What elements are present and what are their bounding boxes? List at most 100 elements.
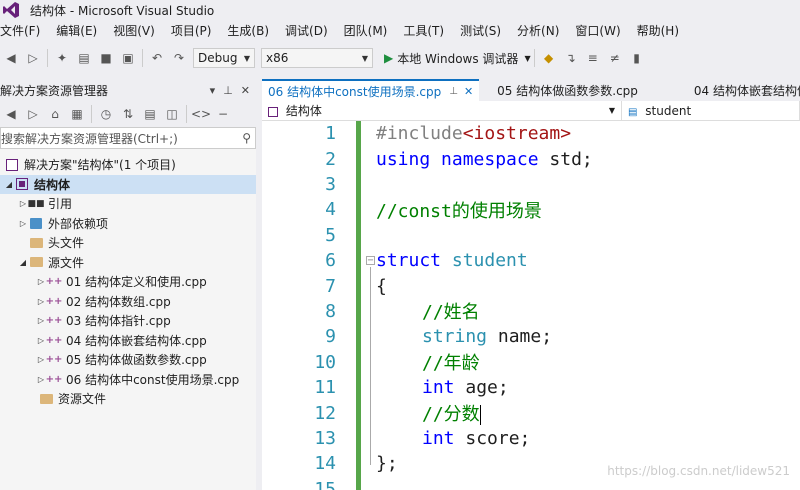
tree-item-project[interactable]: ◢ 结构体 [0,174,256,194]
start-debugging-button[interactable]: ▶ 本地 Windows 调试器 ▼ [384,50,531,67]
line-number: 10 [314,351,336,373]
solution-search-placeholder: 搜索解决方案资源管理器(Ctrl+;) [1,131,178,146]
platform-dropdown[interactable]: x86 ▼ [261,48,373,68]
menu-project[interactable]: 项目(P) [163,21,220,41]
menu-tools[interactable]: 工具(T) [395,21,452,41]
code-view-icon[interactable]: <> [191,106,211,122]
tree-item-file[interactable]: ▷ ++ 06 结构体中const使用场景.cpp [0,370,256,390]
menu-file[interactable]: 文件(F) [0,21,48,41]
menu-team[interactable]: 团队(M) [336,21,396,41]
back-icon[interactable]: ◀ [3,50,19,66]
navigation-bar: 结构体 ▼ ▤ student [262,101,800,121]
project-scope-dropdown[interactable]: 结构体 ▼ [262,101,622,120]
type-scope-dropdown[interactable]: ▤ student [622,101,800,120]
uncomment-icon[interactable]: ≠ [607,50,623,66]
tree-item-file[interactable]: ▷ ++ 02 结构体数组.cpp [0,292,256,312]
back-icon[interactable]: ◀ [3,106,19,122]
dropdown-icon[interactable]: ▾ [210,84,216,97]
expand-arrow-icon[interactable]: ▷ [18,219,28,228]
solution-search-input[interactable]: 搜索解决方案资源管理器(Ctrl+;) ⚲ [0,127,256,149]
tree-item-file[interactable]: ▷ ++ 03 结构体指针.cpp [0,311,256,331]
chevron-down-icon: ▼ [608,106,615,115]
menu-test[interactable]: 测试(S) [452,21,509,41]
menu-debug[interactable]: 调试(D) [277,21,336,41]
tab-06[interactable]: 06 结构体中const使用场景.cpp ⊥ ✕ [262,79,480,101]
pin-icon[interactable]: ⊥ [223,84,233,97]
switch-views-icon[interactable]: ▦ [69,106,85,122]
menu-help[interactable]: 帮助(H) [629,21,687,41]
comment-icon[interactable]: ≡ [585,50,601,66]
tree-item-label: 结构体 [34,177,71,192]
tree-item-label: 04 结构体嵌套结构体.cpp [66,333,207,348]
collapse-toggle-icon[interactable]: − [366,256,375,266]
tree-item-external-dependencies[interactable]: ▷ 外部依赖项 [0,214,256,234]
tree-item-label: 01 结构体定义和使用.cpp [66,275,207,290]
pin-icon[interactable]: ⊥ [449,86,458,97]
tab-05[interactable]: 05 结构体做函数参数.cpp [479,79,644,101]
expand-arrow-icon[interactable]: ▷ [36,336,46,345]
search-icon[interactable]: ⚲ [242,131,251,145]
comment: //分数 [422,404,480,426]
tree-item-resource-files[interactable]: 资源文件 [0,389,256,409]
expand-arrow-icon[interactable]: ▷ [36,277,46,286]
home-icon[interactable]: ⌂ [47,106,63,122]
undo-icon[interactable]: ↶ [149,50,165,66]
menu-build[interactable]: 生成(B) [219,21,277,41]
show-all-files-icon[interactable]: ◫ [164,106,180,122]
menu-analyze[interactable]: 分析(N) [509,21,567,41]
close-icon[interactable]: ✕ [241,84,250,97]
code-area[interactable]: 1 #include<iostream> 2 using namespace s… [262,121,800,490]
keyword: using [376,148,431,170]
fold-guide [370,267,371,465]
menu-view[interactable]: 视图(V) [105,21,163,41]
expand-arrow-icon[interactable]: ▷ [36,355,46,364]
collapse-arrow-icon[interactable]: ◢ [18,258,28,267]
cpp-file-icon: ++ [45,334,63,346]
history-icon[interactable]: ◷ [98,106,114,122]
tree-item-solution[interactable]: 解决方案"结构体"(1 个项目) [0,155,256,175]
tree-item-file[interactable]: ▷ ++ 01 结构体定义和使用.cpp [0,272,256,292]
menu-window[interactable]: 窗口(W) [567,21,628,41]
toolbar-separator [142,49,143,67]
step-icon[interactable]: ↴ [563,50,579,66]
expand-arrow-icon[interactable]: ▷ [36,297,46,306]
bookmark-icon[interactable]: ▮ [629,50,645,66]
forward-icon[interactable]: ▷ [25,106,41,122]
forward-icon[interactable]: ▷ [25,50,41,66]
main-toolbar: ◀ ▷ ✦ ▤ ■ ▣ ↶ ↷ Debug ▼ x86 ▼ ▶ 本地 Windo… [0,44,800,72]
tree-item-file[interactable]: ▷ ++ 04 结构体嵌套结构体.cpp [0,331,256,351]
tree-item-header-files[interactable]: 头文件 [0,233,256,253]
configuration-dropdown[interactable]: Debug ▼ [193,48,255,68]
expand-arrow-icon[interactable]: ▷ [36,316,46,325]
platform-value: x86 [266,51,289,65]
tree-item-references[interactable]: ▷ ■■ 引用 [0,194,256,214]
collapse-arrow-icon[interactable]: ◢ [4,180,14,189]
solution-explorer-panel: 解决方案资源管理器 ▾ ⊥ ✕ ◀ ▷ ⌂ ▦ ◷ ⇅ ▤ ◫ <> − 搜索解… [0,79,256,490]
chevron-down-icon: ▼ [243,53,250,63]
chevron-down-icon[interactable]: ▼ [524,54,530,63]
save-icon[interactable]: ■ [98,50,114,66]
menu-edit[interactable]: 编辑(E) [48,21,105,41]
collapse-all-icon[interactable]: ▤ [142,106,158,122]
start-debugging-label: 本地 Windows 调试器 [397,51,519,66]
code-text: { [376,275,387,297]
close-icon[interactable]: ✕ [464,85,473,98]
play-icon: ▶ [384,51,394,65]
cpp-file-icon: ++ [45,315,63,327]
expand-arrow-icon[interactable]: ▷ [18,199,28,208]
sync-icon[interactable]: ⇅ [120,106,136,122]
toolbar-separator [91,105,92,123]
save-all-icon[interactable]: ▣ [120,50,136,66]
line-number: 11 [314,377,336,399]
new-project-icon[interactable]: ✦ [54,50,70,66]
chevron-down-icon: ▼ [361,53,368,63]
browse-icon[interactable]: ◆ [541,50,557,66]
properties-icon[interactable]: − [215,106,231,122]
open-folder-icon[interactable]: ▤ [76,50,92,66]
expand-arrow-icon[interactable]: ▷ [36,375,46,384]
tree-item-source-files[interactable]: ◢ 源文件 [0,253,256,273]
tree-item-file[interactable]: ▷ ++ 05 结构体做函数参数.cpp [0,350,256,370]
change-marker [356,121,361,490]
redo-icon[interactable]: ↷ [171,50,187,66]
tab-04[interactable]: 04 结构体嵌套结构体.cpp [644,79,800,101]
